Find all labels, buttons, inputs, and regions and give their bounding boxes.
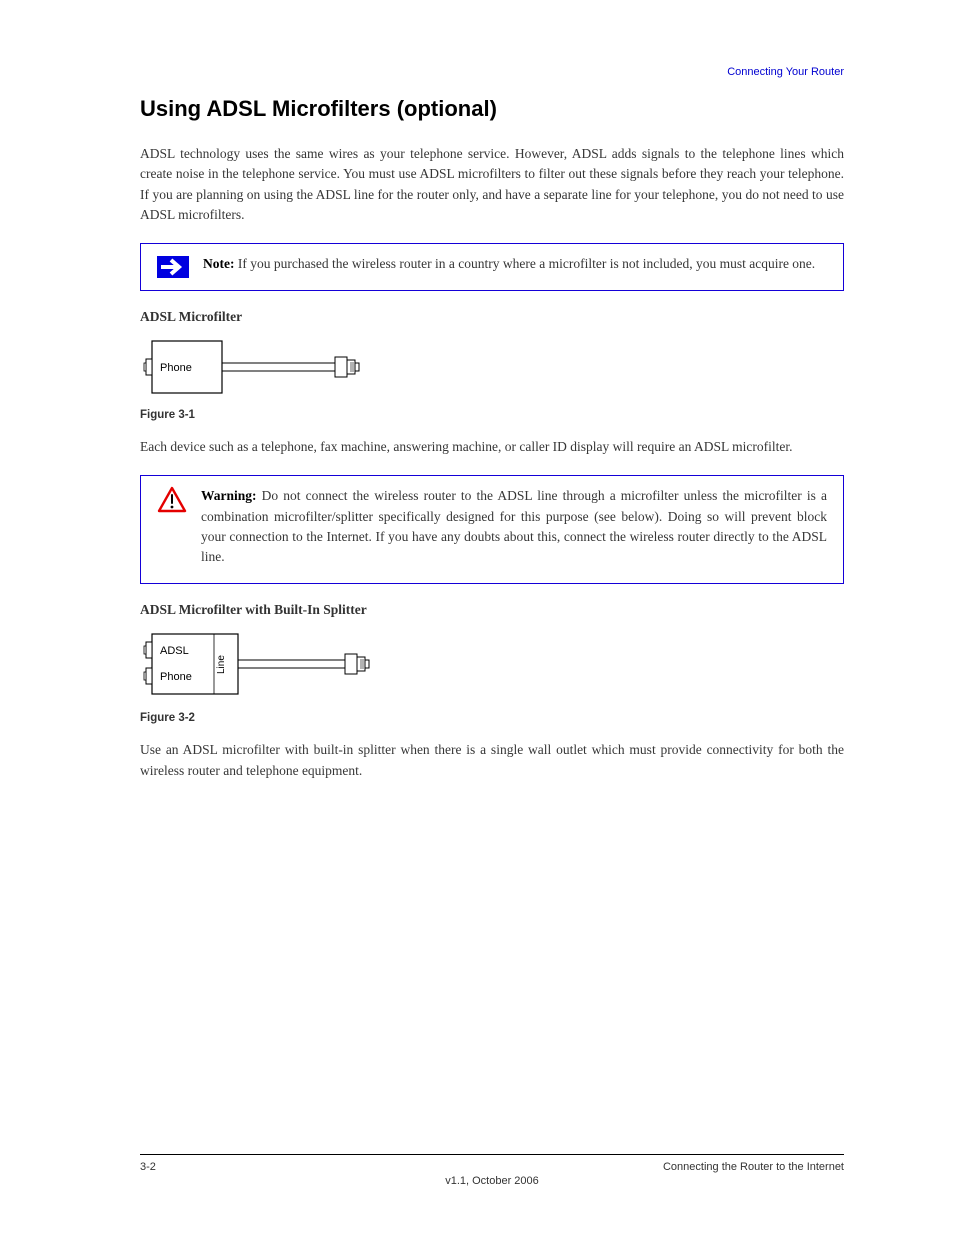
warning-icon [157, 486, 187, 514]
fig2-phone-label: Phone [160, 671, 192, 683]
figure-1-caption: Figure 3-1 [140, 409, 844, 421]
page-title: Using ADSL Microfilters (optional) [140, 96, 844, 122]
breadcrumb: Connecting Your Router [727, 66, 844, 78]
figure-2-caption: Figure 3-2 [140, 712, 844, 724]
fig2-adsl-label: ADSL [160, 645, 189, 657]
document-page: Connecting Your Router Using ADSL Microf… [0, 0, 954, 1235]
figure-2: ADSL Phone Line [140, 626, 844, 704]
note-arrow-icon [157, 256, 189, 278]
intro-paragraph: ADSL technology uses the same wires as y… [140, 144, 844, 225]
warning-body: Do not connect the wireless router to th… [201, 488, 827, 564]
footer-version: v1.1, October 2006 [445, 1175, 539, 1187]
warning-label: Warning: [201, 488, 257, 503]
page-footer: 3-2 Connecting the Router to the Interne… [140, 1154, 844, 1187]
note-label: Note: [203, 256, 234, 271]
note-body: If you purchased the wireless router in … [238, 256, 815, 271]
figure-1: Phone [140, 333, 844, 401]
note-text: Note: If you purchased the wireless rout… [203, 254, 827, 274]
footer-chapter: Connecting the Router to the Internet [663, 1161, 844, 1173]
warning-callout: Warning: Do not connect the wireless rou… [140, 475, 844, 584]
warning-text: Warning: Do not connect the wireless rou… [201, 486, 827, 567]
fig1-phone-label: Phone [160, 362, 192, 374]
fig2-line-label: Line [216, 655, 227, 674]
subhead-microfilter: ADSL Microfilter [140, 309, 844, 325]
footer-page-num: 3-2 [140, 1161, 156, 1173]
note-callout: Note: If you purchased the wireless rout… [140, 243, 844, 291]
subhead-splitter: ADSL Microfilter with Built-In Splitter [140, 602, 844, 618]
microfilter-paragraph: Each device such as a telephone, fax mac… [140, 437, 844, 457]
splitter-paragraph: Use an ADSL microfilter with built-in sp… [140, 740, 844, 781]
